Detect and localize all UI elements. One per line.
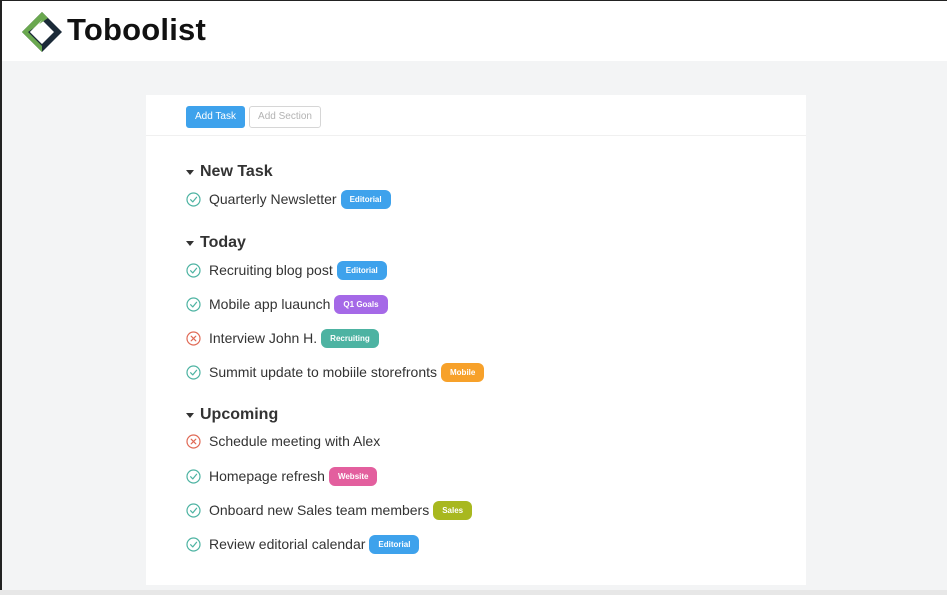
task-item[interactable]: Onboard new Sales team members Sales: [186, 499, 473, 521]
task-item[interactable]: Recruiting blog post Editorial: [186, 259, 387, 281]
caret-down-icon[interactable]: [186, 241, 194, 246]
task-title[interactable]: Mobile app luaunch: [209, 296, 330, 312]
cancel-circle-icon[interactable]: [186, 330, 201, 346]
task-title[interactable]: Schedule meeting with Alex: [209, 433, 380, 449]
check-circle-icon[interactable]: [186, 262, 201, 278]
task-title[interactable]: Onboard new Sales team members: [209, 502, 429, 518]
task-tag[interactable]: Editorial: [340, 189, 391, 209]
task-tag[interactable]: Editorial: [336, 260, 387, 280]
task-item[interactable]: Quarterly Newsletter Editorial: [186, 188, 391, 210]
check-circle-icon[interactable]: [186, 191, 201, 207]
task-tag[interactable]: Q1 Goals: [334, 294, 388, 314]
window-border: [0, 61, 2, 595]
task-tag[interactable]: Website: [328, 466, 378, 486]
task-list-panel: Add Task Add Section New Task Quarterly …: [146, 95, 806, 585]
task-tag[interactable]: Editorial: [369, 534, 420, 554]
task-item[interactable]: Mobile app luaunch Q1 Goals: [186, 293, 388, 315]
app-name: Toboolist: [67, 12, 206, 47]
task-tag[interactable]: Sales: [433, 500, 473, 520]
caret-down-icon[interactable]: [186, 170, 194, 175]
task-title[interactable]: Interview John H.: [209, 330, 317, 346]
check-circle-icon[interactable]: [186, 468, 201, 484]
section-title: Upcoming: [200, 406, 279, 423]
task-title[interactable]: Quarterly Newsletter: [209, 191, 337, 207]
task-tag[interactable]: Mobile: [441, 362, 485, 382]
task-title[interactable]: Homepage refresh: [209, 468, 325, 484]
section-header-new-task[interactable]: New Task: [186, 161, 273, 183]
task-title[interactable]: Recruiting blog post: [209, 262, 333, 278]
section-title: Today: [200, 234, 246, 251]
task-item[interactable]: Schedule meeting with Alex: [186, 430, 380, 452]
section-header-today[interactable]: Today: [186, 232, 246, 254]
cancel-circle-icon[interactable]: [186, 433, 201, 449]
check-circle-icon[interactable]: [186, 364, 201, 380]
add-task-button[interactable]: Add Task: [186, 106, 245, 128]
task-item[interactable]: Review editorial calendar Editorial: [186, 533, 420, 555]
task-title[interactable]: Review editorial calendar: [209, 536, 365, 552]
task-tag[interactable]: Recruiting: [321, 328, 379, 348]
add-section-button[interactable]: Add Section: [249, 106, 321, 128]
task-title[interactable]: Summit update to mobiile storefronts: [209, 364, 437, 380]
toolbar: Add Task Add Section: [146, 95, 806, 136]
toboolist-logo-icon: [22, 12, 62, 52]
check-circle-icon[interactable]: [186, 502, 201, 518]
window-bottom-edge: [0, 590, 947, 595]
caret-down-icon[interactable]: [186, 413, 194, 418]
section-header-upcoming[interactable]: Upcoming: [186, 404, 278, 426]
task-item[interactable]: Interview John H. Recruiting: [186, 327, 379, 349]
check-circle-icon[interactable]: [186, 536, 201, 552]
check-circle-icon[interactable]: [186, 296, 201, 312]
section-title: New Task: [200, 163, 273, 180]
task-item[interactable]: Homepage refresh Website: [186, 465, 378, 487]
task-item[interactable]: Summit update to mobiile storefronts Mob…: [186, 361, 485, 383]
app-header: Toboolist: [0, 0, 947, 61]
